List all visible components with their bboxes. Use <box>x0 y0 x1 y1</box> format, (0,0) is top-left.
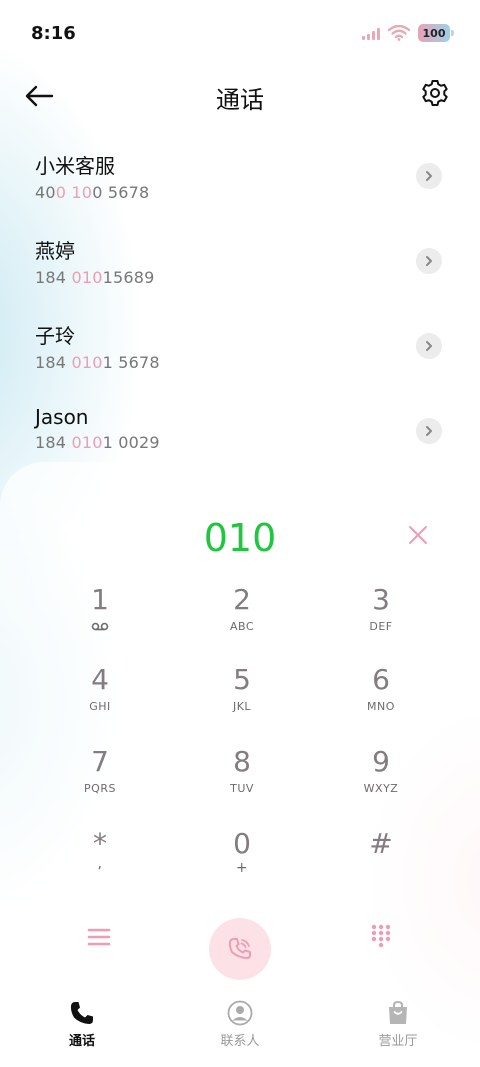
contacts-icon <box>227 1000 253 1026</box>
shopping-bag-icon <box>389 1000 407 1024</box>
dialer-actions <box>0 908 480 980</box>
gear-icon[interactable] <box>420 78 450 108</box>
key-4[interactable]: 4 GHI <box>40 662 160 732</box>
system-icons: 100 <box>362 24 454 42</box>
key-digit: 5 <box>233 663 251 696</box>
signal-icon <box>362 26 380 40</box>
tab-service-hall[interactable]: 营业厅 <box>353 1000 443 1049</box>
chevron-right-icon <box>426 341 432 351</box>
tab-label: 营业厅 <box>378 1034 418 1049</box>
key-digit: 2 <box>233 583 251 616</box>
key-digit: 7 <box>91 745 109 778</box>
key-digit: 3 <box>372 583 390 616</box>
status-bar: 8:16 100 <box>0 0 480 68</box>
key-8[interactable]: 8 TUV <box>182 744 302 814</box>
contact-detail-button[interactable] <box>416 333 442 359</box>
contact-number: 184 0101 0029 <box>35 433 160 452</box>
key-digit: 9 <box>372 745 390 778</box>
contact-row[interactable]: 小米客服 400 100 5678 <box>0 140 480 225</box>
contact-detail-button[interactable] <box>416 163 442 189</box>
phone-icon <box>70 1002 93 1024</box>
call-button[interactable] <box>209 918 271 980</box>
contact-number: 400 100 5678 <box>35 183 150 202</box>
key-1[interactable]: 1 <box>40 582 160 652</box>
key-digit: 8 <box>233 745 251 778</box>
key-7[interactable]: 7 PQRS <box>40 744 160 814</box>
key-2[interactable]: 2 ABC <box>182 582 302 652</box>
wifi-icon <box>388 25 410 41</box>
tab-contacts[interactable]: 联系人 <box>195 1000 285 1049</box>
key-digit: 6 <box>372 663 390 696</box>
key-letters: PQRS <box>84 782 116 795</box>
tab-calls[interactable]: 通话 <box>37 1000 127 1049</box>
close-icon[interactable] <box>406 523 430 547</box>
key-letters: MNO <box>367 700 395 713</box>
contact-detail-button[interactable] <box>416 418 442 444</box>
chevron-right-icon <box>426 256 432 266</box>
bottom-tab-bar: 通话 联系人 营业厅 <box>0 990 480 1067</box>
key-letters: ABC <box>229 620 255 633</box>
contact-name: 燕婷 <box>35 239 75 263</box>
contact-list: 小米客服 400 100 5678 燕婷 184 01015689 子玲 184… <box>0 140 480 480</box>
key-letters: WXYZ <box>363 782 399 795</box>
battery-indicator: 100 <box>418 24 454 42</box>
header: 通话 <box>0 68 480 122</box>
key-digit: 1 <box>91 583 109 616</box>
key-letters: TUV <box>230 782 254 795</box>
key-digit: # <box>369 827 393 860</box>
key-5[interactable]: 5 JKL <box>182 662 302 732</box>
key-0[interactable]: 0 + <box>182 826 302 896</box>
status-time: 8:16 <box>31 23 76 44</box>
contact-number: 184 01015689 <box>35 268 155 287</box>
key-digit: 0 <box>233 827 251 860</box>
contact-row[interactable]: Jason 184 0101 0029 <box>0 395 480 480</box>
phone-call-icon <box>228 938 251 959</box>
key-letters: JKL <box>232 700 252 713</box>
tab-label: 通话 <box>68 1034 95 1049</box>
voicemail-icon <box>91 622 109 631</box>
contact-detail-button[interactable] <box>416 248 442 274</box>
page-title: 通话 <box>216 86 264 114</box>
key-letters: + <box>235 860 249 876</box>
key-letters: DEF <box>369 620 393 633</box>
key-6[interactable]: 6 MNO <box>321 662 441 732</box>
key-letters: , <box>97 856 103 872</box>
key-digit: 4 <box>91 663 109 696</box>
key-star[interactable]: * , <box>40 826 160 896</box>
chevron-right-icon <box>426 426 432 436</box>
tab-label: 联系人 <box>220 1034 260 1049</box>
menu-icon[interactable] <box>86 924 112 950</box>
contact-name: Jason <box>35 405 89 429</box>
contact-row[interactable]: 燕婷 184 01015689 <box>0 225 480 310</box>
key-9[interactable]: 9 WXYZ <box>321 744 441 814</box>
contact-name: 子玲 <box>35 324 75 348</box>
key-hash[interactable]: # <box>321 826 441 896</box>
contact-row[interactable]: 子玲 184 0101 5678 <box>0 310 480 395</box>
dialpad-icon[interactable] <box>368 923 394 949</box>
key-letters: GHI <box>89 700 111 713</box>
chevron-right-icon <box>426 171 432 181</box>
key-3[interactable]: 3 DEF <box>321 582 441 652</box>
contact-name: 小米客服 <box>35 154 115 178</box>
contact-number: 184 0101 5678 <box>35 353 160 372</box>
